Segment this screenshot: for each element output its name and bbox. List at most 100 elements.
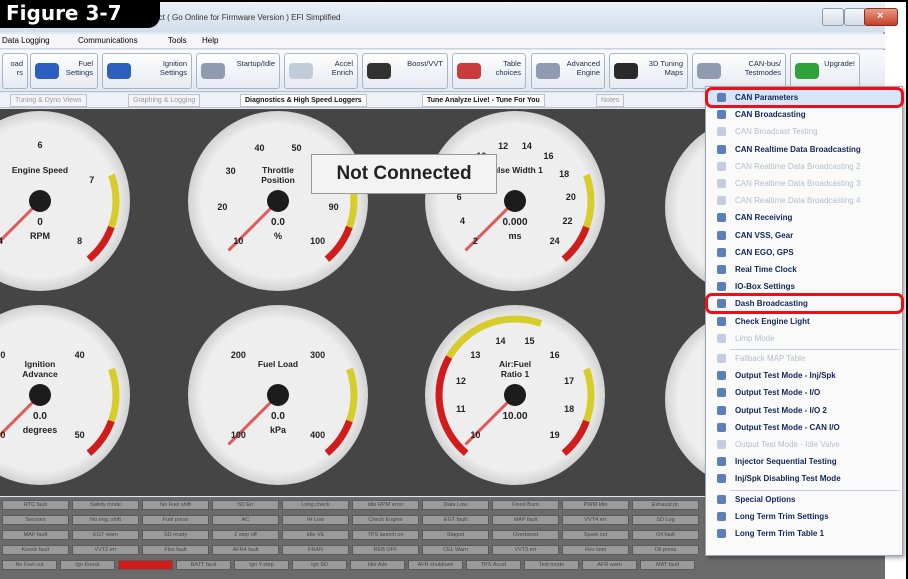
menu-item-icon	[717, 316, 726, 326]
status-indicator: Safety mode	[72, 500, 139, 510]
menu-item-label: CAN Realtime Data Broadcasting 3	[735, 179, 861, 188]
menu-item-real-time-clock[interactable]: Real Time Clock	[708, 262, 902, 277]
gauge-face	[0, 173, 120, 262]
gauge-value: 10.00	[502, 411, 528, 422]
window-title: oject ( Go Online for Firmware Version )…	[148, 13, 341, 22]
menu-item-output-test-mode-i-o-2[interactable]: Output Test Mode - I/O 2	[708, 403, 902, 418]
menu-item-io-box-settings[interactable]: IO-Box Settings	[708, 279, 902, 294]
gauge-face	[227, 173, 358, 262]
toolbar-button[interactable]: Fuel Settings	[30, 53, 98, 89]
status-indicator: 2 step off	[212, 530, 279, 540]
status-indicator: SD ready	[142, 530, 209, 540]
status-indicator: VVT4 err	[562, 515, 629, 525]
menu-item[interactable]: Data Logging	[2, 36, 50, 45]
menu-item-icon	[717, 213, 726, 223]
toolbar-icon	[289, 63, 313, 79]
gauge-label: Fuel Load	[257, 359, 299, 369]
tab[interactable]: Diagnostics & High Speed Loggers	[240, 94, 367, 107]
gauge-tick-label: 10	[470, 429, 481, 440]
gauge-tick-label: 16	[543, 151, 554, 162]
menu-item-special-options[interactable]: Special Options	[708, 492, 902, 507]
gauge-face	[227, 367, 358, 456]
menu-item-output-test-mode-i-o[interactable]: Output Test Mode - I/O	[708, 385, 902, 400]
menu-item[interactable]: Communications	[78, 36, 138, 45]
status-indicator: PWM Idle	[562, 500, 629, 510]
menu-item-icon	[717, 265, 726, 274]
menu-item-long-term-trim-settings[interactable]: Long Term Trim Settings	[708, 509, 902, 524]
toolbar-button[interactable]: Upgrade!	[790, 53, 860, 89]
menu-item-label: Long Term Trim Settings	[735, 511, 829, 521]
menu-item-label: CAN Broadcast Testing	[735, 127, 818, 137]
menu-item-inj-spk-disabling-test-mode[interactable]: Inj/Spk Disabling Test Mode	[708, 471, 902, 486]
menu-item-icon	[717, 144, 726, 154]
menu-item-label: Output Test Mode - Idle Valve	[735, 440, 840, 449]
toolbar-button[interactable]: Table choices	[452, 53, 526, 89]
tab[interactable]: Tune Analyze Live! - Tune For You	[422, 94, 545, 107]
status-indicator: EGT fault	[422, 515, 489, 525]
status-indicator: Test mode	[524, 560, 579, 570]
status-indicator: AFR shutdown	[408, 560, 463, 570]
annotation-highlight	[705, 87, 904, 108]
minimize-button[interactable]	[822, 8, 844, 26]
status-indicator: AFR warn	[582, 560, 637, 570]
can-bus-testmodes-menu: CAN Parameters CAN Broadcasting CAN Broadc…	[705, 86, 904, 556]
menu-item-limp-mode: Limp Mode	[708, 331, 902, 346]
toolbar-button[interactable]: Accel Enrich	[284, 53, 358, 89]
close-button[interactable]: ×	[864, 8, 898, 26]
menu-item-label: Fallback MAP Table	[735, 354, 806, 363]
tab[interactable]: Graphing & Logging	[128, 94, 201, 107]
gauge-face	[464, 173, 595, 262]
menu-item-can-broadcasting[interactable]: CAN Broadcasting	[708, 107, 902, 122]
status-indicator: Knock fault	[2, 545, 69, 555]
status-indicator: AC	[212, 515, 279, 525]
status-indicator: Spark cut	[562, 530, 629, 540]
menu-item-icon	[717, 354, 726, 363]
toolbar-button[interactable]: 3D Tuning Maps	[609, 53, 688, 89]
status-indicator: MAT fault	[640, 560, 695, 570]
maximize-button[interactable]	[844, 8, 866, 26]
toolbar-button[interactable]: Ignition Settings	[102, 53, 192, 89]
toolbar-button[interactable]: oad rs	[2, 53, 28, 89]
status-indicator: No Fuel cut	[2, 560, 57, 570]
gauge-tick-label: 7	[89, 174, 95, 185]
menu-item-label: Long Term Trim Table 1	[735, 529, 825, 538]
status-indicator: Long check	[282, 500, 349, 510]
menu-item-can-receiving[interactable]: CAN Receiving	[708, 210, 902, 225]
menu-item[interactable]: Help	[202, 36, 218, 45]
toolbar-button-label: Startup/Idle	[236, 59, 275, 68]
menu-item-label: CAN Realtime Data Broadcasting 2	[735, 161, 861, 171]
menu-item-output-test-mode-inj-spk[interactable]: Output Test Mode - Inj/Spk	[708, 368, 902, 383]
status-indicator: Data Low	[422, 500, 489, 510]
menu-item-label: Real Time Clock	[735, 265, 797, 274]
menu-item-label: Check Engine Light	[735, 316, 810, 326]
menu-item-long-term-trim-table-1[interactable]: Long Term Trim Table 1	[708, 526, 902, 541]
menu-item-check-engine-light[interactable]: Check Engine Light	[708, 314, 902, 329]
menu-item-label: CAN Realtime Data Broadcasting	[735, 144, 861, 154]
menu-item-icon	[717, 110, 726, 120]
menu-item-output-test-mode-can-i-o[interactable]: Output Test Mode - CAN I/O	[708, 420, 902, 435]
status-indicator: SD Err	[212, 500, 279, 510]
gauge-hub	[267, 384, 289, 406]
menu-item-can-realtime-data-broadcasting-4: CAN Realtime Data Broadcasting 4	[708, 193, 902, 208]
gauge-tick-label: 20	[217, 202, 228, 213]
toolbar-button[interactable]: Boost/VVT	[362, 53, 448, 89]
gauge-value: 0.0	[271, 217, 285, 228]
tab[interactable]: Tuning & Dyno Views	[10, 94, 87, 107]
menu-item[interactable]: Tools	[168, 36, 187, 45]
menu-item-injector-sequential-testing[interactable]: Injector Sequential Testing	[708, 454, 902, 469]
menu-item-icon	[717, 405, 726, 415]
gauge-unit: degrees	[22, 425, 58, 435]
menu-item-can-realtime-data-broadcasting[interactable]: CAN Realtime Data Broadcasting	[708, 142, 902, 157]
toolbar-icon	[795, 63, 819, 79]
gauge-hub	[504, 384, 526, 406]
toolbar-button[interactable]: Advanced Engine	[531, 53, 605, 89]
gauge-label: Air:Fuel Ratio 1	[498, 359, 532, 379]
gauge-danger-arc	[561, 419, 590, 456]
menu-item-can-ego-gps[interactable]: CAN EGO, GPS	[708, 245, 902, 260]
toolbar-button-label: Fuel Settings	[65, 59, 93, 77]
toolbar-button[interactable]: Startup/Idle	[196, 53, 280, 89]
tab[interactable]: Notes	[596, 94, 625, 107]
status-indicator: Fuel press	[142, 515, 209, 525]
menu-item-can-vss-gear[interactable]: CAN VSS, Gear	[708, 228, 902, 243]
toolbar-button[interactable]: CAN-bus/ Testmodes	[692, 53, 786, 89]
